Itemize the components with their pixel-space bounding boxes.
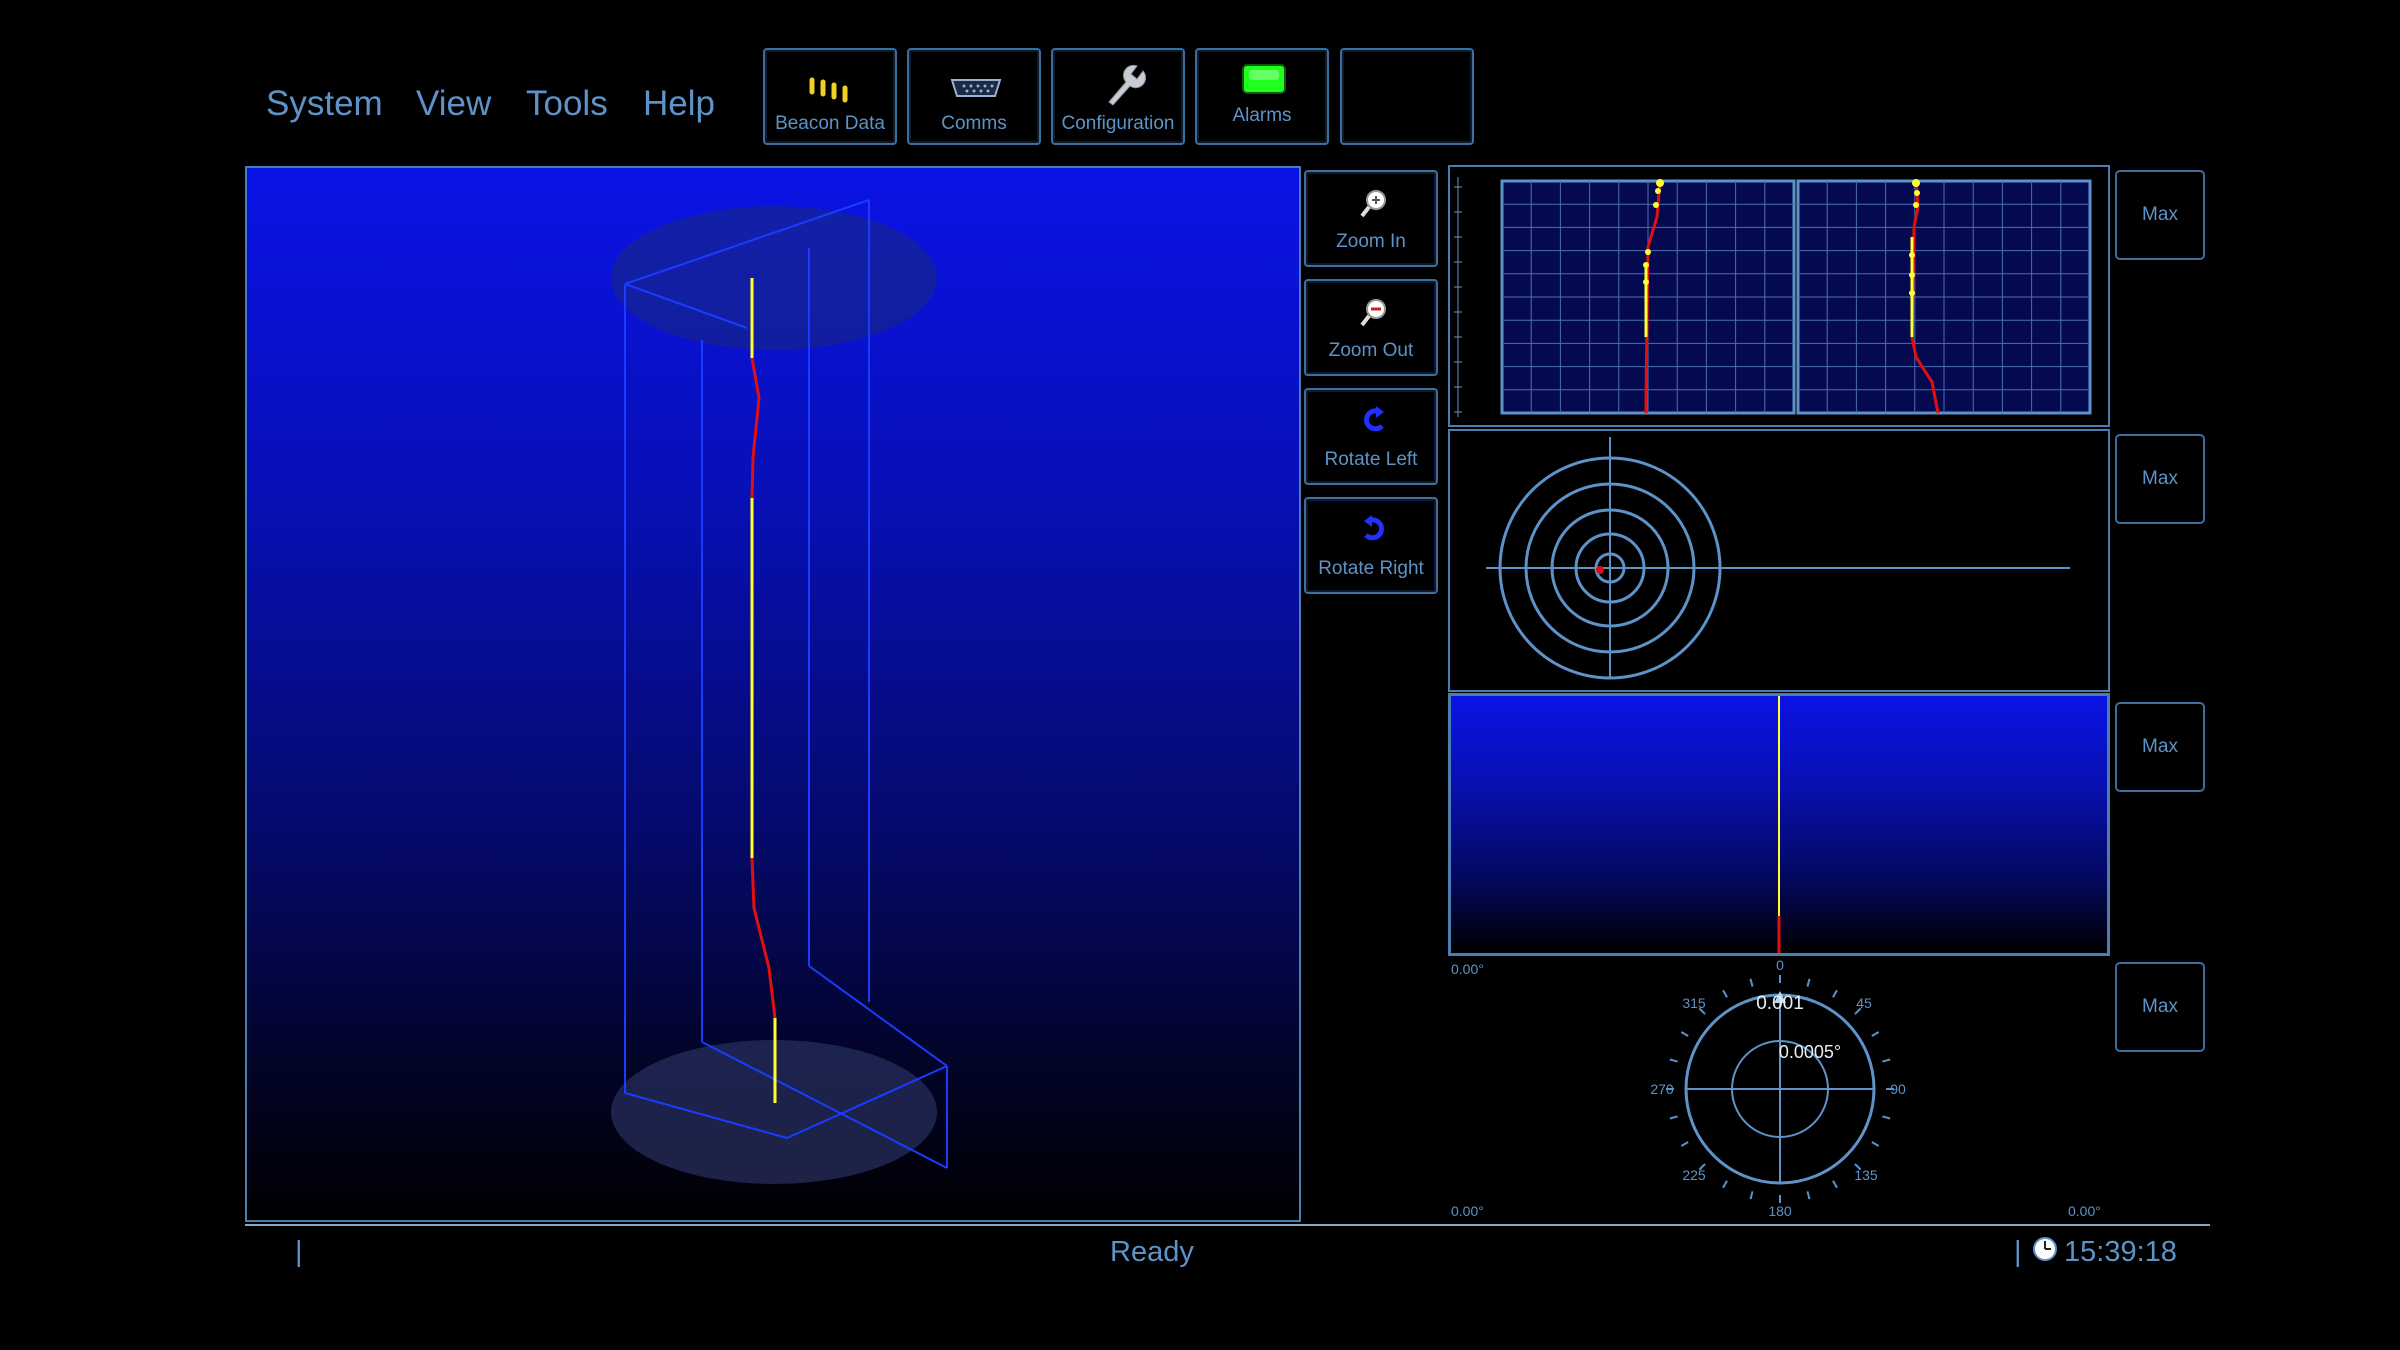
gauge-left-bottom-value: 0.00° (1451, 1203, 1484, 1219)
top-plane-disc (611, 206, 937, 350)
max-label: Max (2142, 204, 2178, 225)
rotate-right-icon (1364, 515, 1384, 541)
compass-label-135: 135 (1854, 1167, 1878, 1183)
compass-label-225: 225 (1682, 1167, 1706, 1183)
zoom-out-button[interactable]: Zoom Out (1304, 279, 1438, 376)
compass-label-90: 90 (1890, 1081, 1906, 1097)
riser-3d-view[interactable] (245, 166, 1301, 1222)
menu-view[interactable]: View (416, 84, 491, 124)
configuration-label: Configuration (1061, 113, 1175, 134)
beacon-bars-icon (809, 77, 848, 103)
status-left-separator: | (295, 1236, 303, 1268)
blank-toolbar-button[interactable] (1340, 48, 1474, 145)
zoom-in-label: Zoom In (1336, 231, 1406, 252)
alarms-button[interactable]: Alarms (1195, 48, 1329, 145)
depth-profile-panel (1448, 165, 2110, 427)
compass-label-270: 270 (1650, 1081, 1674, 1097)
compass-label-45: 45 (1856, 995, 1872, 1011)
status-time: 15:39:18 (2064, 1236, 2177, 1268)
status-text: Ready (1110, 1236, 1194, 1268)
menu-help[interactable]: Help (643, 84, 715, 124)
max-label: Max (2142, 736, 2178, 757)
compass-label-315: 315 (1682, 995, 1706, 1011)
clock-icon (2033, 1237, 2057, 1261)
riser-red-upper (750, 357, 761, 499)
status-divider (245, 1224, 2210, 1226)
alarms-label: Alarms (1232, 105, 1292, 126)
beacon-data-button[interactable]: Beacon Data (763, 48, 897, 145)
status-right-separator: | (2014, 1236, 2022, 1268)
riser-side-view (1777, 696, 1781, 953)
riser-side-view-panel (1448, 693, 2110, 956)
offset-polar-panel (1448, 429, 2110, 692)
max-button-side-view[interactable]: Max (2115, 702, 2205, 792)
max-label: Max (2142, 468, 2178, 489)
compass-label-0: 0 (1776, 958, 1784, 973)
compass-readout-2: 0.0005° (1779, 1042, 1841, 1062)
zoom-out-label: Zoom Out (1328, 340, 1414, 361)
depth-profile-charts (1454, 177, 2092, 417)
zoom-out-icon (1360, 299, 1386, 327)
offset-point (1596, 566, 1604, 574)
max-button-compass[interactable]: Max (2115, 962, 2205, 1052)
compass-label-180: 180 (1768, 1203, 1792, 1219)
rotate-left-button[interactable]: Rotate Left (1304, 388, 1438, 485)
rotate-right-label: Rotate Right (1318, 558, 1424, 579)
gauge-right-bottom-value: 0.00° (2068, 1203, 2101, 1219)
heading-compass: 0 45 90 135 180 225 270 315 0.001 0.0005… (1650, 958, 1906, 1219)
rotate-right-button[interactable]: Rotate Right (1304, 497, 1438, 594)
rotate-left-icon (1364, 406, 1384, 432)
max-button-offset-polar[interactable]: Max (2115, 434, 2205, 524)
beacon-data-label: Beacon Data (775, 113, 885, 134)
max-button-depth-profile[interactable]: Max (2115, 170, 2205, 260)
comms-button[interactable]: Comms (907, 48, 1041, 145)
riser-3d-scene (611, 199, 948, 1184)
riser-red-lower (750, 857, 777, 1019)
zoom-in-icon (1360, 190, 1386, 218)
serial-port-icon (950, 79, 1002, 97)
configuration-button[interactable]: Configuration (1051, 48, 1185, 145)
wrench-icon (1108, 64, 1147, 106)
zoom-in-button[interactable]: Zoom In (1304, 170, 1438, 267)
compass-readout-1: 0.001 (1756, 993, 1804, 1014)
comms-label: Comms (941, 113, 1007, 134)
offset-polar-plot (1486, 437, 2070, 680)
menu-system[interactable]: System (266, 84, 383, 124)
max-label: Max (2142, 996, 2178, 1017)
gauge-left-top-value: 0.00° (1451, 961, 1484, 977)
menu-tools[interactable]: Tools (526, 84, 608, 124)
rotate-left-label: Rotate Left (1324, 449, 1418, 470)
alarm-indicator-icon (1242, 64, 1286, 94)
